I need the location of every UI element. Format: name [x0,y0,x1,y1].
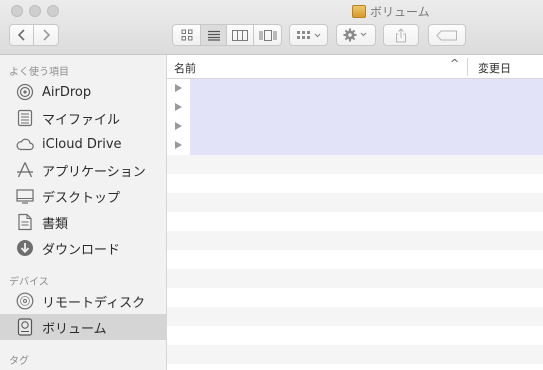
icon-view-icon [181,29,192,41]
finder-window: ボリューム よく使う項目 AirDrop マイファイル iCloud Drive… [0,0,543,370]
action-button[interactable] [336,24,376,46]
download-icon [16,239,34,257]
sidebar-item-remote-disc[interactable]: リモートディスク [0,288,166,314]
disclosure-triangle-icon[interactable] [175,103,182,111]
sort-indicator: ^ [450,57,460,70]
forward-button[interactable] [34,25,58,45]
gear-icon [343,28,367,42]
back-button[interactable] [10,25,35,45]
sidebar-item-desktop[interactable]: デスクトップ [0,183,166,209]
nav-buttons [9,24,59,46]
icon-view-button[interactable] [173,25,201,45]
list-view-button[interactable] [201,25,227,45]
column-name-header[interactable]: 名前 [174,60,196,76]
documents-icon [16,213,34,231]
sidebar-item-label: アプリケーション [42,164,146,180]
column-modified-header[interactable]: 変更日 [478,60,511,76]
sidebar-item-label: iCloud Drive [42,136,122,152]
drive-icon [16,318,34,336]
coverflow-view-icon [259,29,276,41]
arrange-button[interactable] [289,24,328,46]
devices-header: デバイス [9,277,49,288]
column-view-icon [232,29,248,41]
remote-disc-icon [16,292,34,310]
disclosure-triangle-icon[interactable] [175,141,182,149]
toolbar: ボリューム [0,0,543,55]
sidebar-item-documents[interactable]: 書類 [0,209,166,235]
empty-row [167,174,543,193]
minimize-window-button[interactable] [29,5,41,17]
chevron-right-icon [43,29,51,41]
arrange-icon [296,30,320,39]
table-row[interactable] [167,98,543,117]
tags-header: タグ [9,356,29,367]
empty-row [167,250,543,269]
disclosure-triangle-icon[interactable] [175,122,182,130]
empty-row [167,269,543,288]
airdrop-icon [16,83,34,101]
view-mode-control [172,24,282,46]
sidebar-item-downloads[interactable]: ダウンロード [0,235,166,261]
share-icon [396,27,406,42]
tag-icon [436,30,457,40]
table-row[interactable] [167,117,543,136]
column-header: 名前 ^ 変更日 [167,55,543,79]
column-view-button[interactable] [227,25,254,45]
column-divider[interactable] [467,58,468,76]
list-view-icon [207,30,220,41]
sidebar-item-label: マイファイル [42,112,121,128]
empty-row [167,307,543,326]
desktop-icon [16,187,34,205]
empty-row [167,231,543,250]
sidebar-item-icloud-drive[interactable]: iCloud Drive [0,131,166,157]
sidebar-item-airdrop[interactable]: AirDrop [0,79,166,105]
disclosure-triangle-icon[interactable] [175,84,182,92]
window-title: ボリューム [352,3,430,19]
sidebar-item-label: ボリューム [42,321,107,337]
empty-row [167,155,543,174]
sidebar-item-all-files[interactable]: マイファイル [0,105,166,131]
table-row[interactable] [167,79,543,98]
sidebar-item-label: デスクトップ [42,190,121,206]
sidebar-item-label: 書類 [42,216,69,232]
share-button[interactable] [383,24,419,46]
empty-row [167,345,543,364]
all-files-icon [16,109,34,127]
sidebar-item-label: AirDrop [42,84,92,100]
zoom-window-button[interactable] [47,5,59,17]
sidebar-item-label: リモートディスク [42,295,146,311]
coverflow-view-button[interactable] [254,25,281,45]
cloud-icon [16,135,34,153]
drive-icon [352,4,366,18]
file-rows [167,79,543,364]
empty-row [167,288,543,307]
applications-icon [16,161,34,179]
window-title-text: ボリューム [370,4,430,19]
empty-row [167,193,543,212]
favorites-header: よく使う項目 [9,67,69,78]
empty-row [167,212,543,231]
sidebar-item-applications[interactable]: アプリケーション [0,157,166,183]
sidebar-item-volume[interactable]: ボリューム [0,314,166,340]
file-list: 名前 ^ 変更日 [167,55,543,370]
tag-button[interactable] [428,24,466,46]
sidebar: よく使う項目 AirDrop マイファイル iCloud Drive アプリケー… [0,55,167,370]
close-window-button[interactable] [11,5,23,17]
sidebar-item-label: ダウンロード [42,242,121,258]
chevron-left-icon [17,29,25,41]
table-row[interactable] [167,136,543,155]
empty-row [167,326,543,345]
